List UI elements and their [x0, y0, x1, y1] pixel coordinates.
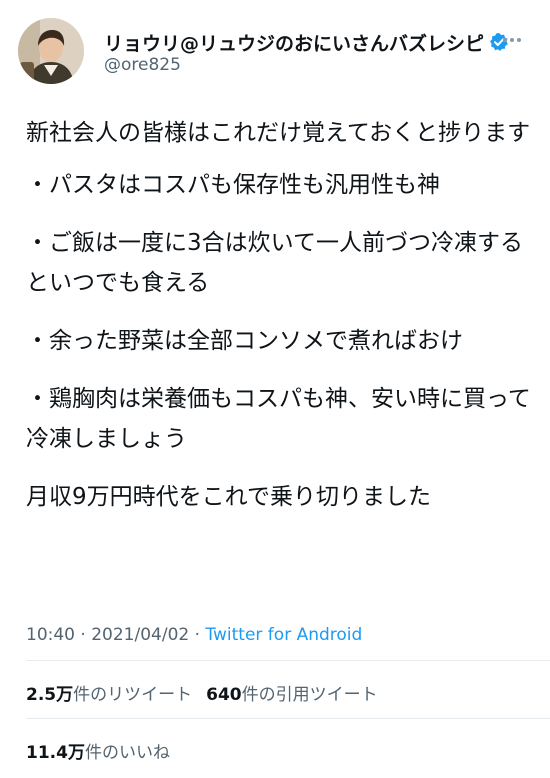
tweet-time[interactable]: 10:40: [26, 625, 75, 645]
divider: [26, 718, 550, 719]
more-options-icon[interactable]: [500, 28, 524, 52]
retweets-count: 2.5万: [26, 685, 74, 705]
retweets-label: 件のリツイート: [73, 685, 193, 705]
author-handle[interactable]: @ore825: [104, 55, 181, 75]
author-name-row[interactable]: リョウリ@リュウジのおにいさんバズレシピ: [104, 27, 509, 57]
meta-separator: ·: [194, 625, 201, 645]
tweet-paragraph: ・鶏胸肉は栄養価もコスパも神、安い時に買って冷凍しましょう: [26, 386, 531, 452]
more-dot: [503, 38, 507, 42]
quotes-count: 640: [206, 685, 242, 705]
likes-stat[interactable]: 11.4万 件のいいね: [26, 738, 170, 763]
tweet-paragraph: ・パスタはコスパも保存性も汎用性も神: [26, 172, 440, 198]
tweet-text: 新社会人の皆様はこれだけ覚えておくと捗ります ・パスタはコスパも保存性も汎用性も…: [26, 113, 536, 535]
likes-label: 件のいいね: [84, 743, 170, 763]
author-display-name[interactable]: リョウリ@リュウジのおにいさんバズレシピ: [104, 29, 484, 56]
meta-separator: ·: [80, 625, 86, 645]
tweet-date[interactable]: 2021/04/02: [91, 625, 189, 645]
quotes-label: 件の引用ツイート: [241, 685, 378, 705]
person-avatar-icon: [18, 18, 84, 84]
avatar[interactable]: [18, 18, 84, 84]
likes-count: 11.4万: [26, 743, 85, 763]
tweet-source-link[interactable]: Twitter for Android: [205, 625, 362, 645]
retweets-stat[interactable]: 2.5万 件のリツイート: [26, 680, 192, 705]
more-dot: [517, 38, 521, 42]
quotes-stat[interactable]: 640 件の引用ツイート: [206, 680, 378, 705]
tweet-paragraph: 新社会人の皆様はこれだけ覚えておくと捗ります: [26, 120, 531, 146]
more-dot: [510, 38, 514, 42]
engagement-stats-row: 2.5万 件のリツイート 640 件の引用ツイート: [26, 680, 392, 705]
tweet-paragraph: ・余った野菜は全部コンソメで煮ればおけ: [26, 328, 463, 354]
tweet-paragraph: ・ご飯は一度に3合は炊いて一人前づつ冷凍するといつでも食える: [26, 230, 523, 296]
divider: [26, 660, 550, 661]
tweet-header: リョウリ@リュウジのおにいさんバズレシピ @ore825: [0, 0, 550, 100]
tweet-meta: 10:40 · 2021/04/02 · Twitter for Android: [26, 625, 362, 645]
likes-stats-row: 11.4万 件のいいね: [26, 738, 184, 763]
tweet-paragraph: 月収9万円時代をこれで乗り切りました: [26, 484, 431, 510]
